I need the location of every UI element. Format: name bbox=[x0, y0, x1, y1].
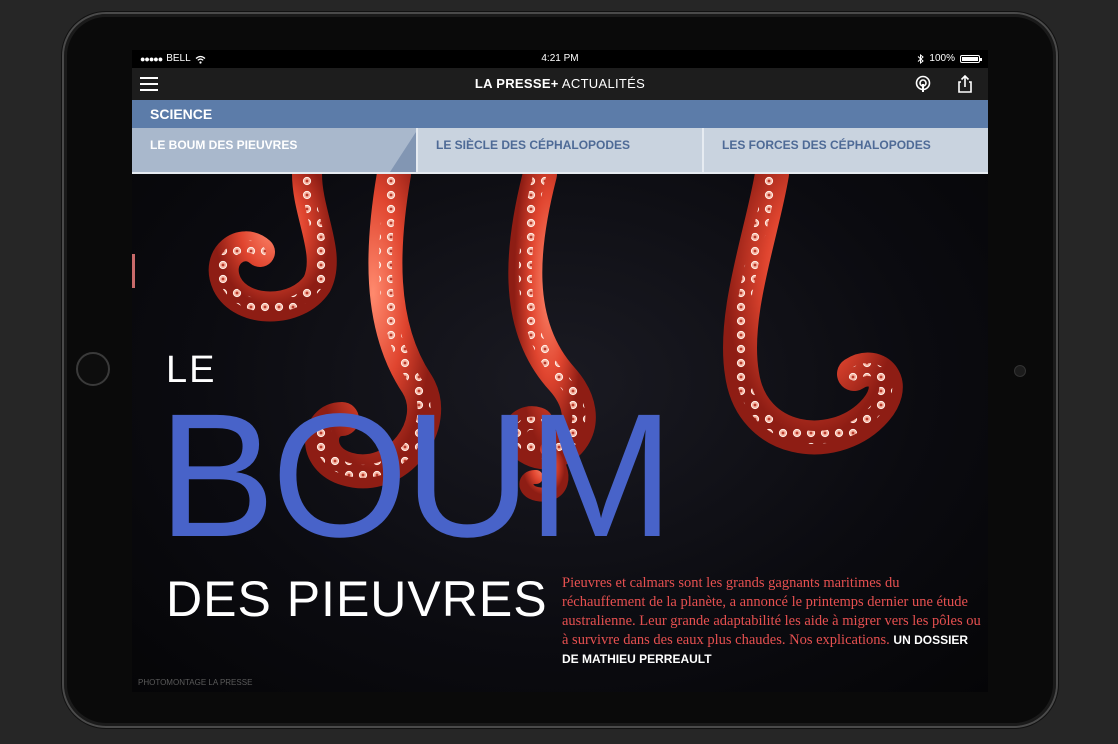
screen: ●●●●● BELL 4:21 PM 100% LA PRESSE+ ACTUA… bbox=[132, 50, 988, 692]
app-navbar: LA PRESSE+ ACTUALITÉS bbox=[132, 68, 988, 100]
brand-section: ACTUALITÉS bbox=[561, 76, 646, 91]
headline-boum: BOUM bbox=[158, 378, 674, 574]
status-time: 4:21 PM bbox=[541, 53, 579, 64]
hero-image: LE BOUM DES PIEUVRES Pieuvres et calmars… bbox=[132, 174, 988, 692]
camera bbox=[1014, 365, 1026, 377]
article-intro: Pieuvres et calmars sont les grands gagn… bbox=[562, 574, 982, 669]
brand-name: LA PRESSE+ bbox=[474, 76, 559, 91]
battery-icon bbox=[960, 55, 982, 63]
tab-le-siecle-des-cephalopodes[interactable]: LE SIÈCLE DES CÉPHALOPODES bbox=[418, 128, 704, 172]
status-bar: ●●●●● BELL 4:21 PM 100% bbox=[132, 50, 988, 68]
app-title: LA PRESSE+ ACTUALITÉS bbox=[132, 68, 988, 100]
section-header: SCIENCE bbox=[132, 100, 988, 128]
tab-les-forces-des-cephalopodes[interactable]: LES FORCES DES CÉPHALOPODES bbox=[704, 128, 988, 172]
article-tabs: LE BOUM DES PIEUVRES LE SIÈCLE DES CÉPHA… bbox=[132, 128, 988, 174]
podcast-icon[interactable] bbox=[914, 75, 932, 93]
bluetooth-icon bbox=[918, 54, 925, 64]
tab-le-boum-des-pieuvres[interactable]: LE BOUM DES PIEUVRES bbox=[132, 128, 418, 172]
share-icon[interactable] bbox=[956, 75, 974, 93]
home-button[interactable] bbox=[76, 352, 110, 386]
photo-credit: PHOTOMONTAGE LA PRESSE bbox=[138, 678, 253, 687]
headline-des-pieuvres: DES PIEUVRES bbox=[166, 571, 548, 627]
battery-percent: 100% bbox=[929, 53, 955, 64]
